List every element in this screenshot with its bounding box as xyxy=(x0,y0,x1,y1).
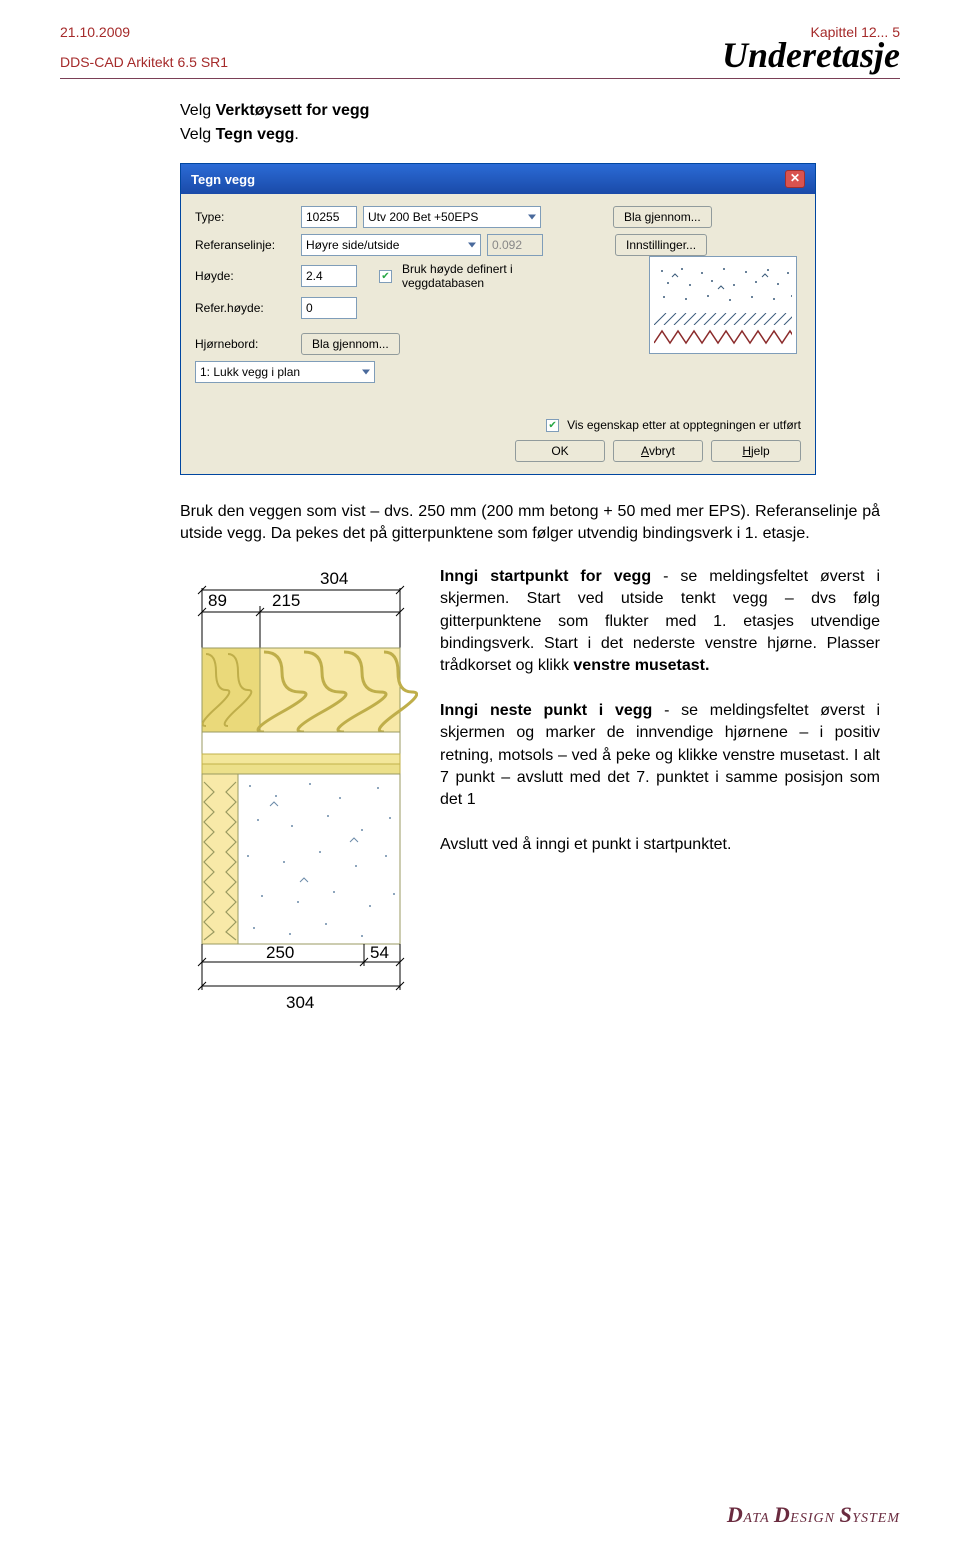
intro-text: Velg Verktøysett for vegg Velg Tegn vegg… xyxy=(180,99,880,147)
type-code-input[interactable]: 10255 xyxy=(301,206,357,228)
paragraph-1: Bruk den veggen som vist – dvs. 250 mm (… xyxy=(180,501,880,546)
technical-drawing: 304 89 215 xyxy=(180,566,418,1041)
block-startpoint: Inngi startpunkt for vegg - se meldingsf… xyxy=(440,566,880,678)
refheight-input[interactable]: 0 xyxy=(301,297,357,319)
height-label: Høyde: xyxy=(195,269,295,283)
dialog-body: Type: 10255 Utv 200 Bet +50EPS Bla gjenn… xyxy=(181,194,815,474)
block-nextpoint: Inngi neste punkt i vegg - se meldingsfe… xyxy=(440,700,880,812)
refline-label: Referanselinje: xyxy=(195,238,295,252)
tegn-vegg-dialog: Tegn vegg ✕ Type: 10255 Utv 200 Bet +50E… xyxy=(180,163,816,475)
content-area: Velg Verktøysett for vegg Velg Tegn vegg… xyxy=(60,99,900,1041)
height-input[interactable]: 2.4 xyxy=(301,265,357,287)
refline-dropdown[interactable]: Høyre side/utside xyxy=(301,234,481,256)
browse-type-button[interactable]: Bla gjennom... xyxy=(613,206,712,228)
settings-button[interactable]: Innstillinger... xyxy=(615,234,707,256)
cancel-button[interactable]: Avbryt xyxy=(613,440,703,462)
svg-text:250: 250 xyxy=(266,943,294,962)
type-name-dropdown[interactable]: Utv 200 Bet +50EPS xyxy=(363,206,541,228)
show-props-checkbox[interactable]: ✔ xyxy=(546,419,559,432)
page-title: Underetasje xyxy=(722,34,900,76)
svg-text:54: 54 xyxy=(370,943,389,962)
close-icon[interactable]: ✕ xyxy=(785,170,805,188)
db-height-label: Bruk høyde definert i veggdatabasen xyxy=(402,262,552,291)
block1-bold-end: venstre musetast. xyxy=(573,657,709,674)
dialog-titlebar: Tegn vegg ✕ xyxy=(181,164,815,194)
ok-button[interactable]: OK xyxy=(515,440,605,462)
intro-l2a: Velg xyxy=(180,126,216,143)
block2-title: Inngi neste punkt i vegg xyxy=(440,702,652,719)
block-finish: Avslutt ved å inngi et punkt i startpunk… xyxy=(440,834,880,856)
dialog-bottom: ✔ Vis egenskap etter at opptegningen er … xyxy=(195,418,801,462)
svg-text:215: 215 xyxy=(272,591,300,610)
show-props-label: Vis egenskap etter at opptegningen er ut… xyxy=(567,418,801,432)
refline-offset: 0.092 xyxy=(487,234,543,256)
block1-title: Inngi startpunkt for vegg xyxy=(440,568,651,585)
header-product: DDS-CAD Arkitekt 6.5 SR1 xyxy=(60,54,228,70)
lock-plan-dropdown[interactable]: 1: Lukk vegg i plan xyxy=(195,361,375,383)
dialog-title-text: Tegn vegg xyxy=(191,172,255,187)
svg-text:304: 304 xyxy=(320,569,348,588)
svg-text:304: 304 xyxy=(286,993,314,1012)
intro-l2b: Tegn vegg xyxy=(216,126,295,143)
db-height-checkbox[interactable]: ✔ xyxy=(379,270,392,283)
wall-preview xyxy=(649,256,797,354)
refheight-label: Refer.høyde: xyxy=(195,301,295,315)
intro-l1a: Velg xyxy=(180,102,216,119)
page-header: 21.10.2009 Kapittel 12... 5 DDS-CAD Arki… xyxy=(60,24,900,79)
type-label: Type: xyxy=(195,210,295,224)
browse-corner-button[interactable]: Bla gjennom... xyxy=(301,333,400,355)
intro-l1b: Verktøysett for vegg xyxy=(216,102,370,119)
corner-label: Hjørnebord: xyxy=(195,337,295,351)
header-date: 21.10.2009 xyxy=(60,24,130,40)
svg-text:89: 89 xyxy=(208,591,227,610)
help-button[interactable]: Hjelp xyxy=(711,440,801,462)
footer-logo: DATA DESIGN SYSTEM xyxy=(727,1502,900,1528)
